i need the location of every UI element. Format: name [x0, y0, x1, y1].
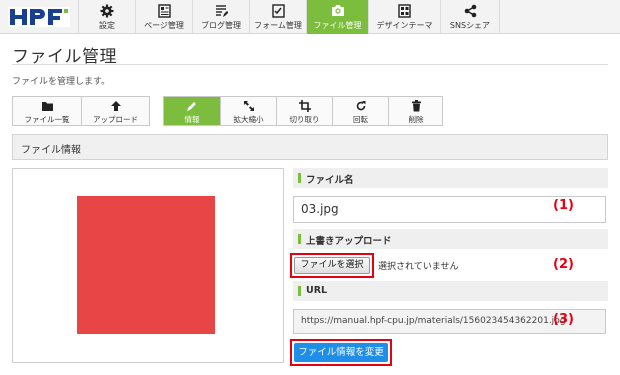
layout-icon [398, 4, 411, 18]
nav-label: デザインテーマ [376, 21, 433, 30]
section-title: ファイル情報 [21, 145, 81, 156]
filename-label: ファイル名 [306, 175, 354, 186]
nav-design-theme[interactable]: デザインテーマ [368, 0, 440, 34]
annotation-3: (3) [553, 312, 574, 327]
submit-highlight: ファイル情報を変更 [290, 339, 392, 366]
image-preview [77, 196, 215, 334]
annotation-1: (1) [553, 198, 574, 213]
nav-pages[interactable]: ページ管理 [135, 0, 192, 34]
resize-icon [243, 101, 254, 111]
gear-icon [100, 4, 114, 18]
upload-icon [110, 101, 121, 111]
pencil-icon [187, 102, 196, 111]
upload-button[interactable]: アップロード [81, 97, 149, 125]
camera-icon [331, 5, 344, 16]
nav-label: フォーム管理 [254, 21, 302, 30]
nav-label: ブログ管理 [201, 21, 241, 30]
overwrite-upload-label-bar: 上書きアップロード [293, 229, 608, 249]
label-marker [298, 286, 301, 296]
overwrite-upload-label: 上書きアップロード [306, 236, 392, 247]
form-icon [271, 4, 285, 18]
info-button[interactable]: 情報 [164, 97, 220, 125]
nav-form[interactable]: フォーム管理 [249, 0, 306, 34]
image-preview-panel [12, 168, 284, 363]
url-label: URL [306, 285, 328, 296]
nav-label: ファイル管理 [313, 21, 362, 30]
rotate-button[interactable]: 回転 [332, 97, 388, 125]
pages-icon [157, 4, 171, 18]
label-marker [298, 173, 301, 183]
nav-file-management[interactable]: ファイル管理 [306, 0, 368, 34]
resize-button[interactable]: 拡大縮小 [220, 97, 276, 125]
page-description: ファイルを管理します。 [12, 77, 111, 87]
share-icon [464, 4, 476, 18]
hpf-logo[interactable] [6, 3, 72, 31]
toolbar-label: 切り取り [289, 115, 320, 124]
nav-settings[interactable]: 設定 [78, 0, 135, 34]
filename-label-bar: ファイル名 [293, 168, 608, 188]
file-list-button[interactable]: ファイル一覧 [13, 97, 81, 125]
nav-label: ページ管理 [144, 21, 184, 30]
annotation-2: (2) [553, 257, 574, 272]
delete-button[interactable]: 削除 [388, 97, 443, 125]
toolbar-label: 回転 [353, 115, 368, 124]
blog-icon [215, 5, 228, 17]
toolbar-label: 拡大縮小 [233, 115, 264, 124]
toolbar-label: 削除 [408, 115, 424, 124]
url-label-bar: URL [293, 281, 608, 301]
choose-file-highlight: ファイルを選択 [290, 253, 374, 278]
toolbar-label: アップロード [93, 115, 138, 124]
nav-label: 設定 [99, 21, 115, 30]
section-header-file-info: ファイル情報 [12, 134, 608, 160]
crop-icon [298, 100, 311, 112]
top-nav: 設定 ページ管理 ブログ管理 フォーム管理 ファイル管理 デザインテーマ SNS… [0, 0, 620, 34]
update-file-info-button[interactable]: ファイル情報を変更 [294, 343, 388, 362]
folder-icon [41, 102, 53, 111]
choose-file-button[interactable]: ファイルを選択 [294, 257, 370, 274]
nav-blog[interactable]: ブログ管理 [192, 0, 249, 34]
toolbar-label: 情報 [184, 115, 200, 124]
toolbar-label: ファイル一覧 [24, 115, 70, 124]
nav-sns-share[interactable]: SNSシェア [440, 0, 500, 34]
rotate-icon [356, 101, 365, 111]
trash-icon [411, 100, 421, 112]
label-marker [298, 234, 301, 244]
toolbar-file-actions: ファイル一覧 アップロード [12, 96, 150, 126]
title-divider [12, 64, 608, 65]
crop-button[interactable]: 切り取り [276, 97, 332, 125]
nav-label: SNSシェア [449, 21, 491, 30]
no-file-selected-text: 選択されていません [378, 262, 459, 272]
toolbar-image-actions: 情報 拡大縮小 切り取り 回転 削除 [163, 96, 443, 126]
